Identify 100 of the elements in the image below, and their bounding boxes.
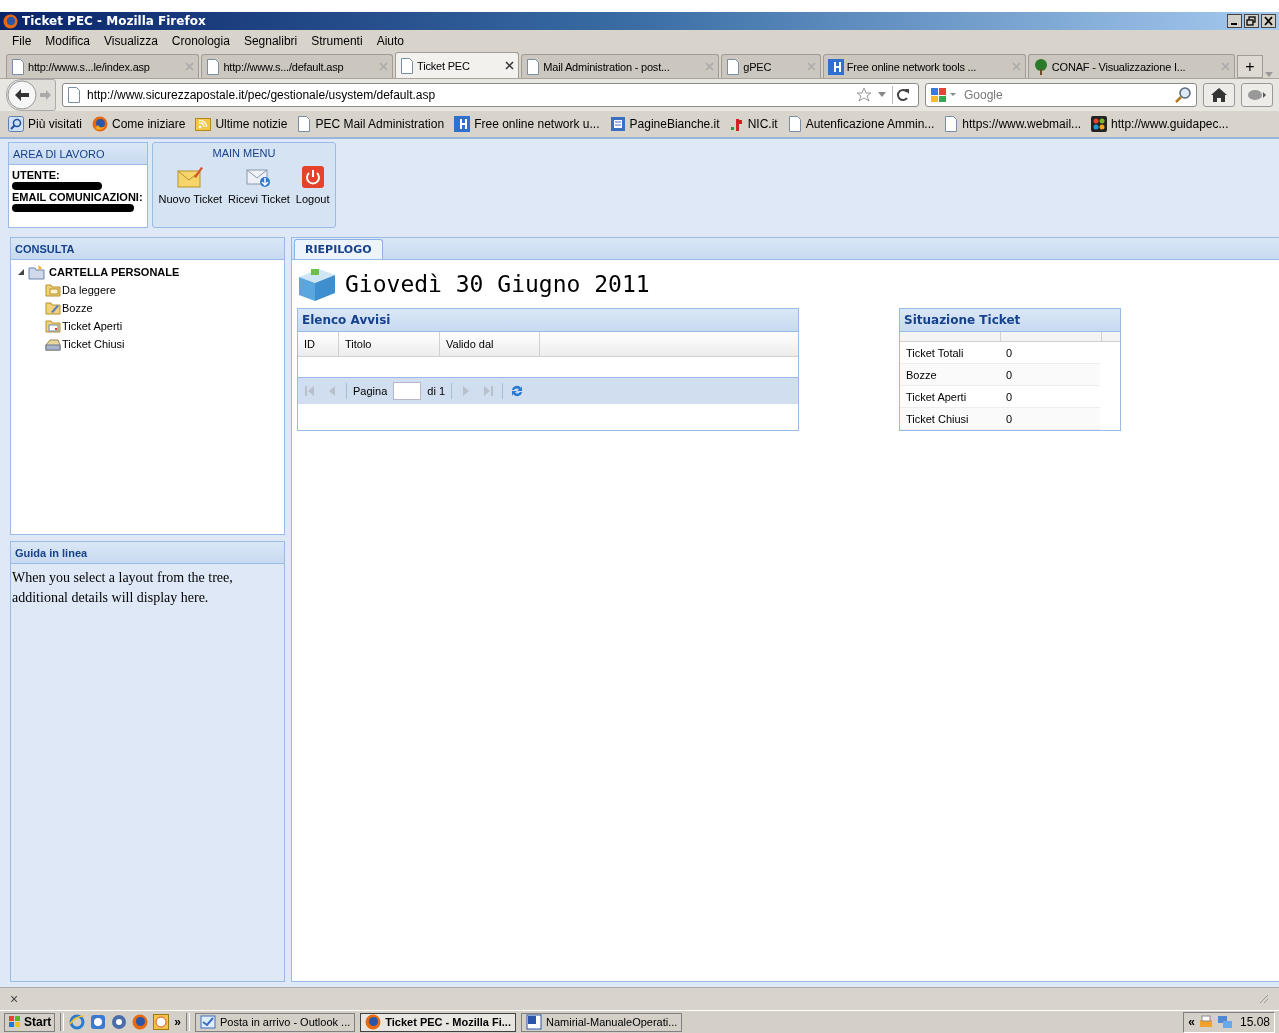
panel-title: MAIN MENU [212,147,276,159]
bookmark-link[interactable]: https://www.webmail... [944,116,1082,132]
browser-tab[interactable]: Free online network tools ... [822,54,1026,78]
back-forward-control[interactable] [6,79,56,111]
tray-toggle[interactable]: « [1188,1015,1195,1029]
restore-icon[interactable] [1244,14,1259,28]
bookmark-link[interactable]: Ultime notizie [195,116,288,132]
field-label: EMAIL COMUNICAZIONI: [12,191,144,203]
menu-item[interactable]: File [6,34,40,48]
folder-icon [28,264,46,280]
column-header[interactable]: Valido dal [440,332,540,356]
close-button[interactable]: × [10,991,19,1007]
toolbar-button[interactable]: Logout [295,165,330,205]
bookmark-link[interactable]: NIC.it [729,116,778,132]
search-icon[interactable] [1174,86,1192,104]
panel-title: AREA DI LAVORO [9,143,147,165]
mail-icon [200,1014,217,1030]
date-heading: Giovedì 30 Giugno 2011 [345,271,650,297]
new-tab-button[interactable]: + [1237,55,1264,78]
page-field[interactable] [393,382,422,400]
app-icon[interactable] [90,1014,107,1030]
table-cell-text: Ticket Aperti [905,389,968,405]
folder-icon [45,318,61,334]
bookmark-link[interactable]: Più visitati [8,116,83,132]
network-icon[interactable] [1216,1014,1233,1030]
menu-item[interactable]: Cronologia [165,34,238,48]
tab-title: gPEC [743,60,773,73]
engine-icon[interactable] [930,87,958,103]
toolbar-button[interactable]: Nuovo Ticket [158,165,223,205]
browser-tab[interactable]: Mail Administration - post... [521,54,720,78]
page-icon [297,116,312,132]
browser-tab[interactable]: CONAF - Visualizzazione I... [1027,54,1236,78]
address-field[interactable]: http://www.sicurezzapostale.it/pec/gestionale/usystem/default.asp [62,83,919,107]
home-button[interactable] [1203,83,1235,107]
page-icon [400,57,415,74]
tree-item[interactable]: Ticket Chiusi [45,335,278,353]
table-cell-text: Ticket Chiusi [905,411,970,427]
expanded-icon[interactable] [17,268,25,276]
bookmark-link[interactable]: Come iniziare [92,116,186,132]
bookmark-link[interactable]: http://www.guidapec... [1091,116,1229,132]
taskbar-button[interactable]: Posta in arrivo - Outlook ... [195,1012,356,1032]
power-icon [300,165,325,189]
taskbar-button[interactable]: Ticket PEC - Mozilla Fi... [360,1012,516,1032]
tab-title: Free online network tools ... [846,60,978,73]
caret-icon[interactable] [878,92,886,98]
bookmark-link[interactable]: Autenficazione Ammin... [787,116,935,132]
browser-icon[interactable] [69,1014,86,1030]
search-icon [8,116,24,132]
toolbar-button[interactable]: Ricevi Ticket [228,165,290,205]
menu-item[interactable]: Aiuto [370,34,412,48]
grid-title: Situazione Ticket [900,309,1120,332]
taskbar-button[interactable]: Namirial-ManualeOperati... [520,1012,683,1032]
tree-item[interactable]: Bozze [45,299,278,317]
globe-icon[interactable] [132,1014,149,1030]
window-title: Ticket PEC - Mozilla Firefox [22,14,206,28]
browser-tab[interactable]: gPEC [721,54,821,78]
table-cell-text: 0 [1005,411,1014,427]
minimize-icon[interactable] [1227,14,1242,28]
app-icon[interactable] [111,1014,128,1030]
tree-item[interactable]: Da leggere [45,281,278,299]
addon-button[interactable] [1241,83,1273,107]
tree-icon [1032,58,1049,75]
back-icon[interactable] [7,80,37,110]
bookmark-link[interactable]: Free online network u... [454,116,600,132]
search-box[interactable]: Google [925,83,1197,107]
menu-item[interactable]: Modifica [39,34,99,48]
column-header[interactable]: Titolo [339,332,440,356]
close-icon[interactable] [505,61,515,70]
tab-title: Ticket PEC [417,59,471,72]
bookmark-link[interactable]: PEC Mail Administration [297,116,445,132]
page-icon [206,58,221,75]
tree-item[interactable]: Ticket Aperti [45,317,278,335]
bookmark-link[interactable]: PagineBianche.it [609,116,720,132]
more-button[interactable]: » [174,1015,182,1029]
panel-tab[interactable]: RIEPILOGO [294,239,383,259]
page-label: Pagina [353,385,388,397]
browser-tab[interactable]: Ticket PEC [395,52,520,78]
refresh-icon[interactable] [509,383,525,399]
close-icon[interactable] [1261,14,1276,28]
menu-item[interactable]: Strumenti [305,34,371,48]
printer-icon[interactable] [1197,1014,1214,1030]
tab-title: http://www.s...le/index.asp [28,60,151,73]
tree-item[interactable]: CARTELLA PERSONALE [17,263,278,281]
browser-tab[interactable]: http://www.s.../default.asp [201,54,394,78]
flag-icon [729,116,744,132]
tab-title: CONAF - Visualizzazione I... [1051,60,1187,73]
globe-icon [365,1014,382,1030]
menu-item[interactable]: Segnalibri [237,34,306,48]
star-icon[interactable] [856,87,872,103]
flag-icon [8,1015,22,1029]
page-icon [787,116,802,132]
page-icon [526,58,541,75]
page-total: di 1 [427,385,445,397]
resize-grip-icon[interactable] [1259,994,1269,1004]
browser-tab[interactable]: http://www.s...le/index.asp [6,54,200,78]
page-icon [726,58,741,75]
menu-item[interactable]: Visualizza [98,34,166,48]
start-button[interactable]: Start [4,1012,56,1032]
folder-icon [45,282,61,298]
column-header[interactable]: ID [298,332,339,356]
